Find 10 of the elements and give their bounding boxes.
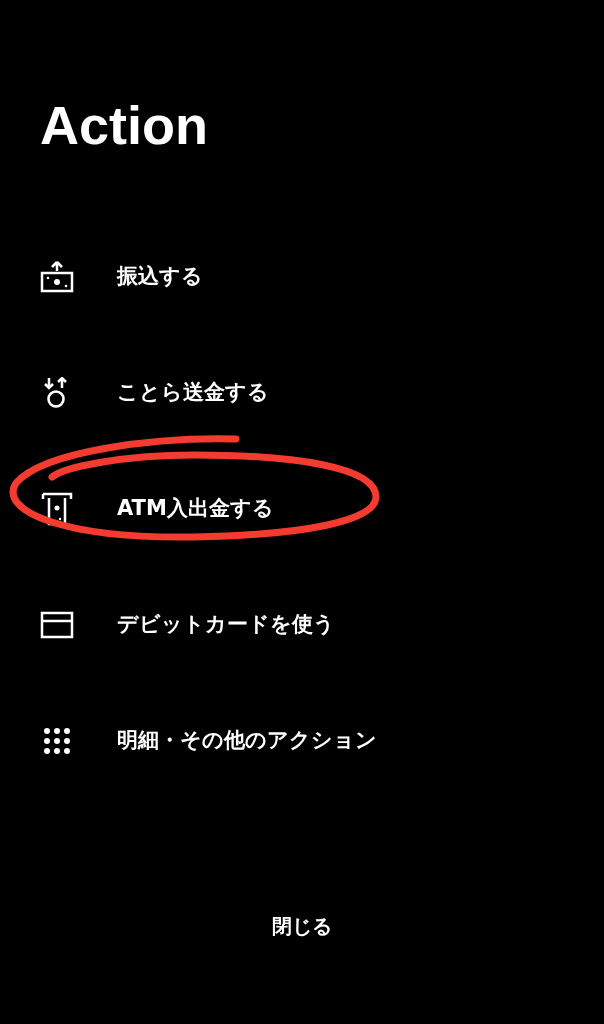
action-item[interactable]: デビットカードを使う: [117, 609, 335, 641]
action-item[interactable]: 振込する: [117, 261, 203, 293]
page-title: Action: [40, 95, 209, 155]
grid-icon: [43, 727, 71, 755]
action-item[interactable]: 明細・その他のアクション: [117, 725, 377, 757]
transfer-icon: [40, 261, 74, 293]
action-item[interactable]: ことら送金する: [117, 377, 269, 409]
action-item[interactable]: ATM入出金する: [117, 493, 274, 525]
close-button[interactable]: 閉じる: [262, 907, 342, 945]
card-icon: [40, 611, 74, 639]
